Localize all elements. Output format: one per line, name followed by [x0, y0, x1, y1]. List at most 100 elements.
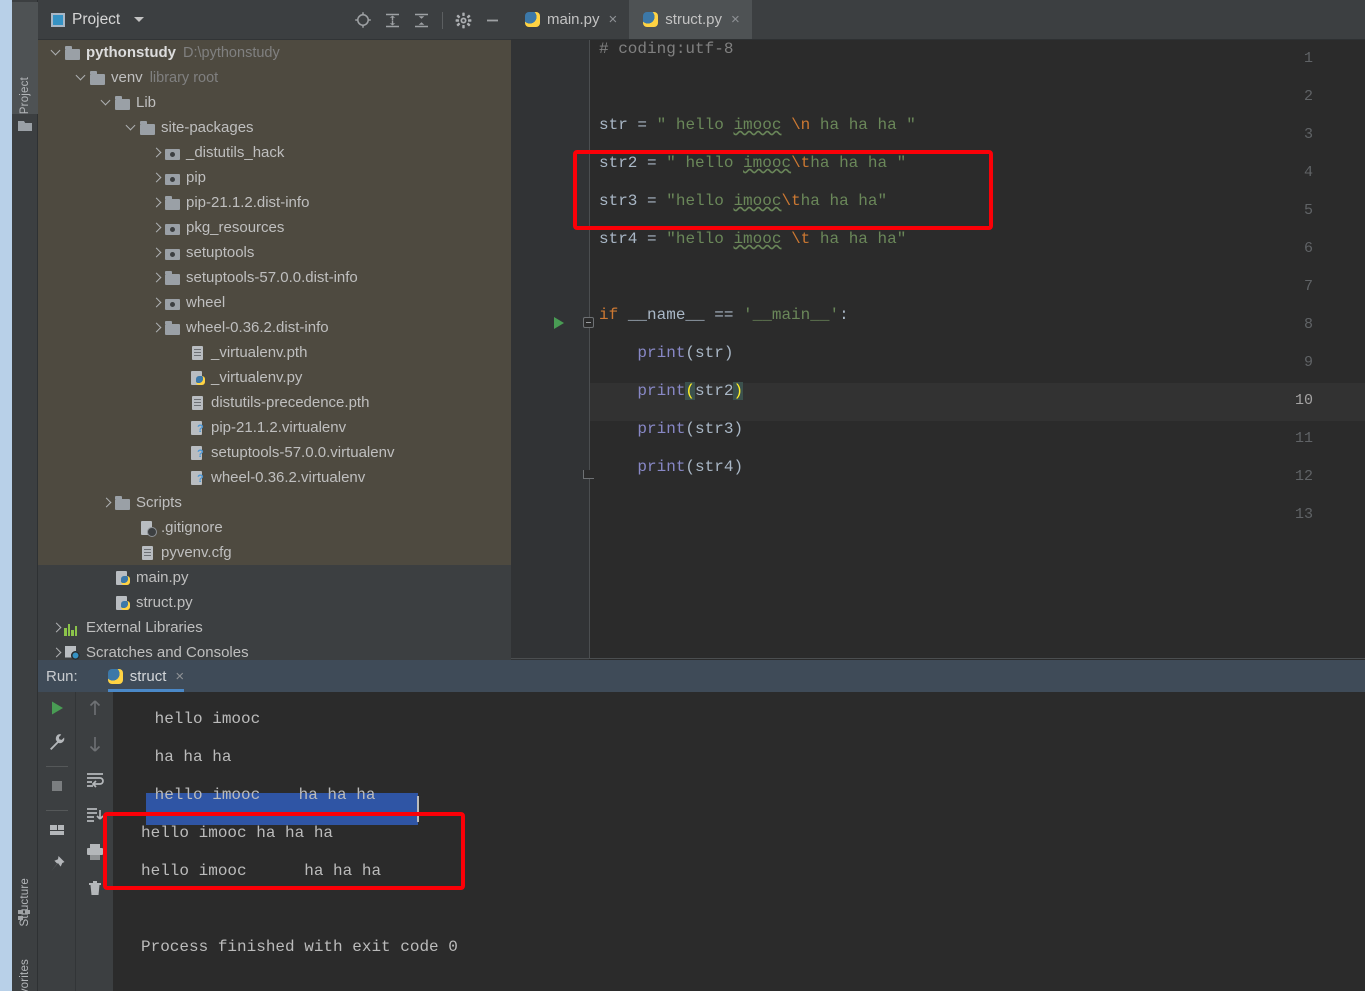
- chevron-right-icon[interactable]: [150, 196, 164, 210]
- close-icon[interactable]: ×: [175, 668, 184, 685]
- line-number: 7: [1303, 278, 1313, 295]
- chevron-right-icon[interactable]: [50, 621, 64, 635]
- print-icon[interactable]: [85, 842, 105, 867]
- fold-marker-close-icon[interactable]: [583, 470, 594, 479]
- editor-tab-main-py[interactable]: main.py ×: [511, 0, 629, 39]
- tree-item-label: pyvenv.cfg: [161, 544, 232, 561]
- tree-item-venv[interactable]: venv library root: [38, 65, 511, 90]
- pin-icon[interactable]: [47, 854, 67, 879]
- scroll-to-end-icon[interactable]: [85, 806, 105, 831]
- locate-icon[interactable]: [354, 11, 372, 29]
- chevron-right-icon[interactable]: [150, 246, 164, 260]
- up-arrow-icon[interactable]: [86, 698, 104, 723]
- chevron-right-icon[interactable]: [100, 496, 114, 510]
- chevron-right-icon[interactable]: [150, 171, 164, 185]
- tree-item-scripts[interactable]: Scripts: [38, 490, 511, 515]
- chevron-right-icon[interactable]: [150, 146, 164, 160]
- q-icon: [189, 420, 206, 436]
- tree-item-struct-py[interactable]: struct.py: [38, 590, 511, 615]
- q-icon: [189, 445, 206, 461]
- fold-marker-open-icon[interactable]: [583, 317, 594, 328]
- close-icon[interactable]: ×: [609, 11, 618, 28]
- tree-item-label: Scripts: [136, 494, 182, 511]
- chevron-down-icon[interactable]: [125, 121, 139, 135]
- editor-gutter[interactable]: [511, 40, 589, 658]
- tree-item-distutils-hack[interactable]: _distutils_hack: [38, 140, 511, 165]
- tree-item-wheel[interactable]: wheel: [38, 290, 511, 315]
- settings-icon[interactable]: [455, 12, 472, 29]
- tree-item-distutils-precedence-pth[interactable]: distutils-precedence.pth: [38, 390, 511, 415]
- tree-item-label: pythonstudy: [86, 44, 176, 61]
- chevron-down-icon[interactable]: [75, 71, 89, 85]
- chevron-down-icon[interactable]: [100, 96, 114, 110]
- tree-item-label: wheel-0.36.2.dist-info: [186, 319, 329, 336]
- line-number: 12: [1294, 468, 1313, 485]
- soft-wrap-icon[interactable]: [85, 770, 105, 795]
- chevron-right-icon[interactable]: [150, 296, 164, 310]
- tree-item-pythonstudy[interactable]: pythonstudy D:\pythonstudy: [38, 40, 511, 65]
- project-panel-header: Project: [38, 0, 511, 40]
- tree-item-wheel-0-36-2-virtualenv[interactable]: wheel-0.36.2.virtualenv: [38, 465, 511, 490]
- rerun-icon[interactable]: [47, 698, 67, 723]
- chevron-right-icon[interactable]: [50, 646, 64, 660]
- run-line-icon[interactable]: [554, 317, 564, 329]
- code-line-9: print(str): [637, 344, 734, 362]
- run-config-tab-struct[interactable]: struct ×: [107, 660, 185, 692]
- file-icon: [189, 345, 206, 361]
- tree-item-label: setuptools: [186, 244, 255, 261]
- code-line-3: str = " hello imooc \n ha ha ha ": [599, 116, 916, 134]
- tree-item-lib[interactable]: Lib: [38, 90, 511, 115]
- rail-button-favorites[interactable]: vorites: [12, 952, 38, 991]
- tree-item-external-libraries[interactable]: External Libraries: [38, 615, 511, 640]
- tree-item-pkg-resources[interactable]: pkg_resources: [38, 215, 511, 240]
- project-panel-title-group[interactable]: Project: [51, 11, 145, 29]
- tree-item-label: distutils-precedence.pth: [211, 394, 370, 411]
- close-icon[interactable]: ×: [731, 11, 740, 28]
- tree-item-virtualenv-pth[interactable]: _virtualenv.pth: [38, 340, 511, 365]
- tree-item-pyvenv-cfg[interactable]: pyvenv.cfg: [38, 540, 511, 565]
- tree-item-virtualenv-py[interactable]: _virtualenv.py: [38, 365, 511, 390]
- chevron-right-icon[interactable]: [150, 271, 164, 285]
- tree-item-setuptools-57-0-0-virtualenv[interactable]: setuptools-57.0.0.virtualenv: [38, 440, 511, 465]
- collapse-all-icon[interactable]: [413, 12, 430, 29]
- stop-icon[interactable]: [47, 776, 67, 801]
- tree-item-setuptools-57-0-0-dist-info[interactable]: setuptools-57.0.0.dist-info: [38, 265, 511, 290]
- folder-dot-icon: [164, 295, 181, 311]
- folder-dot-icon: [164, 245, 181, 261]
- tree-item-pip[interactable]: pip: [38, 165, 511, 190]
- down-arrow-icon[interactable]: [86, 734, 104, 759]
- chevron-right-icon[interactable]: [150, 321, 164, 335]
- tree-item-scratches-and-consoles[interactable]: Scratches and Consoles: [38, 640, 511, 660]
- tree-item-pip-21-1-2-dist-info[interactable]: pip-21.1.2.dist-info: [38, 190, 511, 215]
- tree-item-gitignore[interactable]: .gitignore: [38, 515, 511, 540]
- hide-icon[interactable]: [484, 12, 501, 29]
- folder-icon: [164, 195, 181, 211]
- code-editor[interactable]: 1 2 3 4 5 6 7 8 9 10 11 12 13 # coding:utf-8 str = "…: [511, 40, 1365, 658]
- toolbar-divider: [45, 766, 68, 767]
- settings-wrench-icon[interactable]: [47, 732, 67, 757]
- scratch-icon: [64, 645, 81, 661]
- tree-item-label: setuptools-57.0.0.virtualenv: [211, 444, 395, 461]
- editor-tab-struct-py[interactable]: struct.py ×: [629, 0, 752, 39]
- chevron-right-icon[interactable]: [150, 221, 164, 235]
- rail-button-project[interactable]: Project: [12, 2, 38, 114]
- project-tree[interactable]: pythonstudy D:\pythonstudy venv library roo…: [38, 40, 511, 660]
- trash-icon[interactable]: [85, 878, 105, 903]
- tree-item-label: pip-21.1.2.dist-info: [186, 194, 310, 211]
- project-panel-toolbar: [354, 0, 501, 40]
- tree-item-wheel-0-36-2-dist-info[interactable]: wheel-0.36.2.dist-info: [38, 315, 511, 340]
- chevron-down-icon[interactable]: [134, 17, 145, 22]
- tree-item-setuptools[interactable]: setuptools: [38, 240, 511, 265]
- chevron-down-icon[interactable]: [50, 46, 64, 60]
- expand-all-icon[interactable]: [384, 12, 401, 29]
- code-line-8: if __name__ == '__main__':: [599, 306, 849, 324]
- tree-item-site-packages[interactable]: site-packages: [38, 115, 511, 140]
- run-console-output[interactable]: D:\pythonstudy\venv\Scripts\python.exe D…: [113, 692, 1365, 991]
- tree-item-pip-21-1-2-virtualenv[interactable]: pip-21.1.2.virtualenv: [38, 415, 511, 440]
- layout-icon[interactable]: [47, 820, 67, 845]
- tree-item-main-py[interactable]: main.py: [38, 565, 511, 590]
